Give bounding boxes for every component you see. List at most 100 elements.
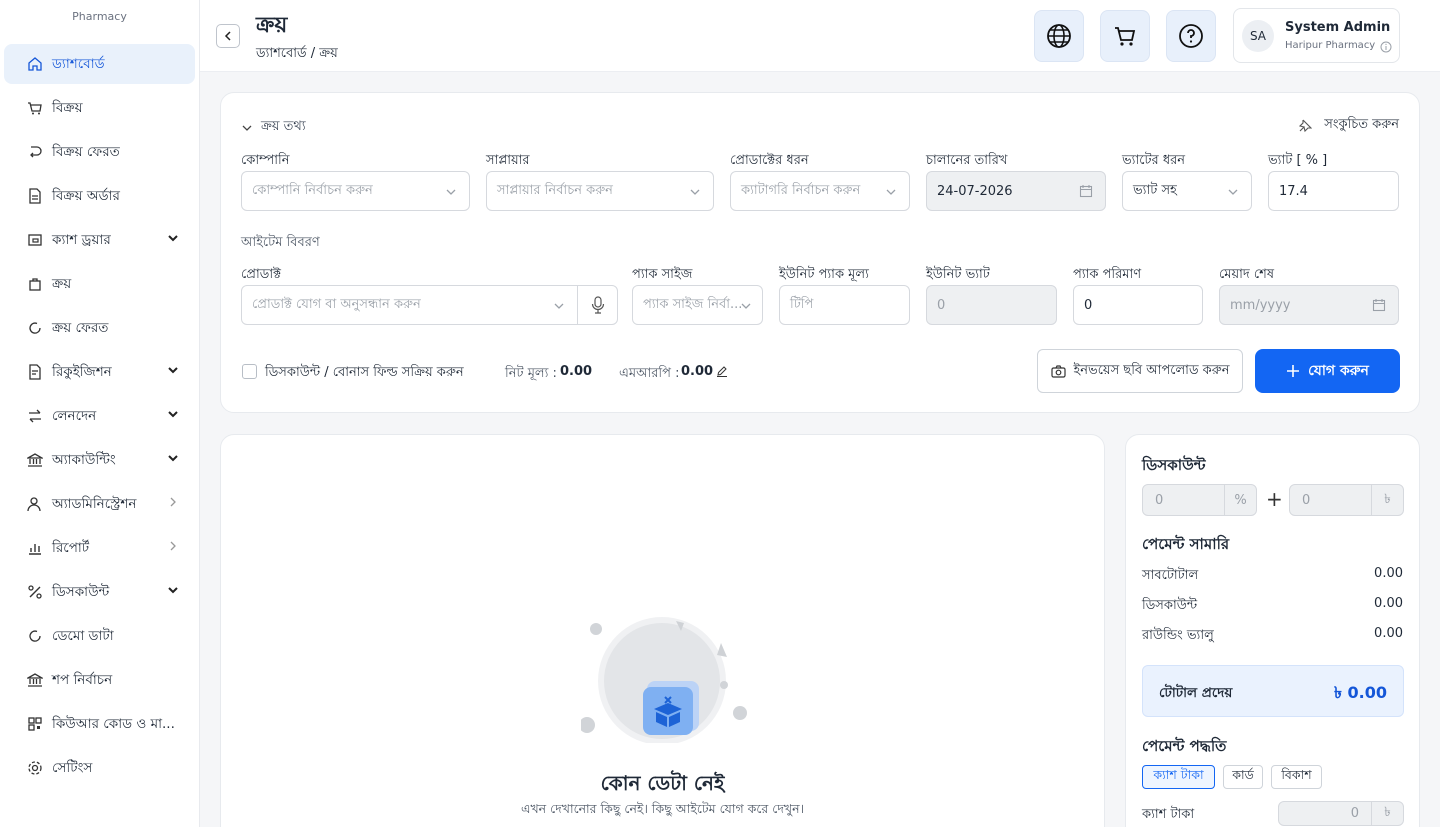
collapse-button[interactable]: সংকুচিত করুন [1298, 115, 1399, 136]
product-type-label: প্রোডাক্টের ধরন [730, 153, 809, 168]
add-item-button[interactable]: যোগ করুন [1255, 349, 1400, 393]
payment-method-cash[interactable]: ক্যাশ টাকা [1142, 765, 1215, 789]
cash-drawer-icon [26, 231, 44, 249]
item-section-title: আইটেম বিবরণ [241, 235, 320, 250]
vat-type-value: ভ্যাট সহ [1133, 182, 1177, 198]
top-bar: ক্রয় ড্যাশবোর্ড / ক্রয় SA System Admin… [200, 0, 1440, 72]
pack-size-label: প্যাক সাইজ [632, 267, 693, 282]
sidebar-item-requisition[interactable]: রিকুইজিশন [4, 352, 195, 392]
unit-pack-price-label: ইউনিট প্যাক মূল্য [779, 267, 869, 282]
vat-percent-value: 17.4 [1279, 183, 1308, 199]
requisition-icon [26, 363, 44, 381]
payment-method-bkash[interactable]: বিকাশ [1271, 765, 1322, 789]
chevron-down-icon [445, 186, 457, 198]
chevron-down-icon [167, 232, 179, 244]
sidebar-item-discount[interactable]: ডিসকাউন্ট [4, 572, 195, 612]
sidebar-item-dashboard[interactable]: ড্যাশবোর্ড [4, 44, 195, 84]
globe-icon [1047, 24, 1071, 48]
sidebar-item-label: ড্যাশবোর্ড [52, 55, 105, 72]
demo-icon [26, 627, 44, 645]
sidebar-item-accounting[interactable]: অ্যাকাউন্টিং [4, 440, 195, 480]
product-type-select[interactable]: ক্যাটাগরি নির্বাচন করুন [730, 171, 910, 211]
unit-pack-price-placeholder: টিপি [790, 296, 814, 312]
sidebar-item-label: সেটিংস [52, 759, 93, 776]
purchase-info-toggle[interactable]: ক্রয় তথ্য [241, 117, 306, 138]
page-title: ক্রয় [256, 13, 288, 38]
total-label: টোটাল প্রদেয় [1159, 685, 1233, 701]
microphone-icon[interactable] [577, 286, 617, 324]
pack-size-placeholder: প্যাক সাইজ নির্বা... [643, 296, 743, 312]
cart-button[interactable] [1100, 10, 1150, 62]
language-button[interactable] [1034, 10, 1084, 62]
info-icon[interactable] [1380, 41, 1392, 53]
invoice-date-input[interactable]: 24-07-2026 [926, 171, 1106, 211]
discount-bonus-checkbox[interactable] [242, 364, 257, 379]
subtotal-value: 0.00 [1374, 566, 1403, 581]
items-table-card: কোন ডেটা নেই এখন দেখানোর কিছু নেই। কিছু … [220, 434, 1105, 827]
payment-summary-title: পেমেন্ট সামারি [1142, 535, 1230, 553]
sidebar-item-sales[interactable]: বিক্রয় [4, 88, 195, 128]
company-select[interactable]: কোম্পানি নির্বাচন করুন [241, 171, 470, 211]
vat-percent-input[interactable]: 17.4 [1268, 171, 1399, 211]
sidebar-item-purchase[interactable]: ক্রয় [4, 264, 195, 304]
pin-icon [1299, 119, 1313, 132]
edit-icon[interactable] [716, 365, 728, 377]
sidebar-item-demo-data[interactable]: ডেমো ডাটা [4, 616, 195, 656]
user-menu[interactable]: SA System Admin Haripur Pharmacy [1233, 8, 1400, 63]
sidebar-item-cash-drawer[interactable]: ক্যাশ ড্রয়ার [4, 220, 195, 260]
user-org: Haripur Pharmacy [1285, 40, 1376, 51]
upload-invoice-button[interactable]: ইনভয়েস ছবি আপলোড করুন [1037, 349, 1243, 393]
sidebar-item-sales-return[interactable]: বিক্রয় ফেরত [4, 132, 195, 172]
sidebar-item-report[interactable]: রিপোর্ট [4, 528, 195, 568]
sidebar-item-label: রিকুইজিশন [52, 363, 112, 380]
brand-logo-fragment [82, 0, 118, 4]
vat-type-select[interactable]: ভ্যাট সহ [1122, 171, 1252, 211]
return-icon [26, 143, 44, 161]
empty-state-illustration [581, 613, 751, 743]
unit-vat-input[interactable]: 0 [926, 285, 1057, 325]
sidebar-item-administration[interactable]: অ্যাডমিনিস্ট্রেশন [4, 484, 195, 524]
upload-label: ইনভয়েস ছবি আপলোড করুন [1073, 362, 1230, 378]
avatar: SA [1242, 20, 1274, 52]
chevron-right-icon [167, 540, 179, 552]
back-button[interactable] [216, 24, 240, 48]
pack-qty-input[interactable]: 0 [1073, 285, 1203, 325]
breadcrumb[interactable]: ড্যাশবোর্ড / ক্রয় [256, 44, 338, 65]
sidebar-item-label: বিক্রয় ফেরত [52, 143, 120, 160]
chevron-right-icon [167, 496, 179, 508]
plus-sign: + [1266, 487, 1283, 511]
supplier-select[interactable]: সাপ্লায়ার নির্বাচন করুন [486, 171, 714, 211]
help-button[interactable] [1166, 10, 1216, 62]
total-value: ৳ 0.00 [1333, 683, 1387, 702]
admin-icon [26, 495, 44, 513]
sidebar-item-settings[interactable]: সেটিংস [4, 748, 195, 788]
discount-amount-input[interactable]: 0 ৳ [1289, 484, 1404, 516]
collapse-label: সংকুচিত করুন [1324, 117, 1399, 132]
sidebar-item-label: ক্রয় [52, 275, 72, 292]
bag-icon [26, 275, 44, 293]
chevron-down-icon [167, 408, 179, 420]
invoice-date-value: 24-07-2026 [937, 183, 1013, 199]
sidebar-item-label: ক্যাশ ড্রয়ার [52, 231, 111, 248]
section-title: ক্রয় তথ্য [261, 119, 306, 134]
unit-vat-label: ইউনিট ভ্যাট [926, 267, 990, 282]
chevron-left-icon [224, 31, 231, 41]
sidebar-item-label: অ্যাকাউন্টিং [52, 451, 116, 468]
chevron-down-icon [885, 186, 897, 198]
sidebar-item-qr-code[interactable]: কিউআর কোড ও মা... [4, 704, 195, 744]
discount-percent-input[interactable]: 0 % [1142, 484, 1257, 516]
sidebar-item-sales-order[interactable]: বিক্রয় অর্ডার [4, 176, 195, 216]
chevron-down-icon [167, 452, 179, 464]
sidebar-item-purchase-return[interactable]: ক্রয় ফেরত [4, 308, 195, 348]
expiry-input[interactable]: mm/yyyy [1219, 285, 1399, 325]
chevron-down-icon [167, 364, 179, 376]
pack-size-select[interactable]: প্যাক সাইজ নির্বা... [632, 285, 763, 325]
payment-method-card[interactable]: কার্ড [1223, 765, 1263, 789]
net-price-label: নিট মূল্য : [505, 366, 557, 381]
product-search-input[interactable]: প্রোডাক্ট যোগ বা অনুসন্ধান করুন [241, 285, 618, 325]
unit-pack-price-input[interactable]: টিপি [779, 285, 910, 325]
mrp-label: এমআরপি : [619, 366, 680, 381]
sidebar-item-shop-select[interactable]: শপ নির্বাচন [4, 660, 195, 700]
sidebar-item-transactions[interactable]: লেনদেন [4, 396, 195, 436]
cash-amount-input[interactable]: 0 ৳ [1278, 801, 1404, 826]
